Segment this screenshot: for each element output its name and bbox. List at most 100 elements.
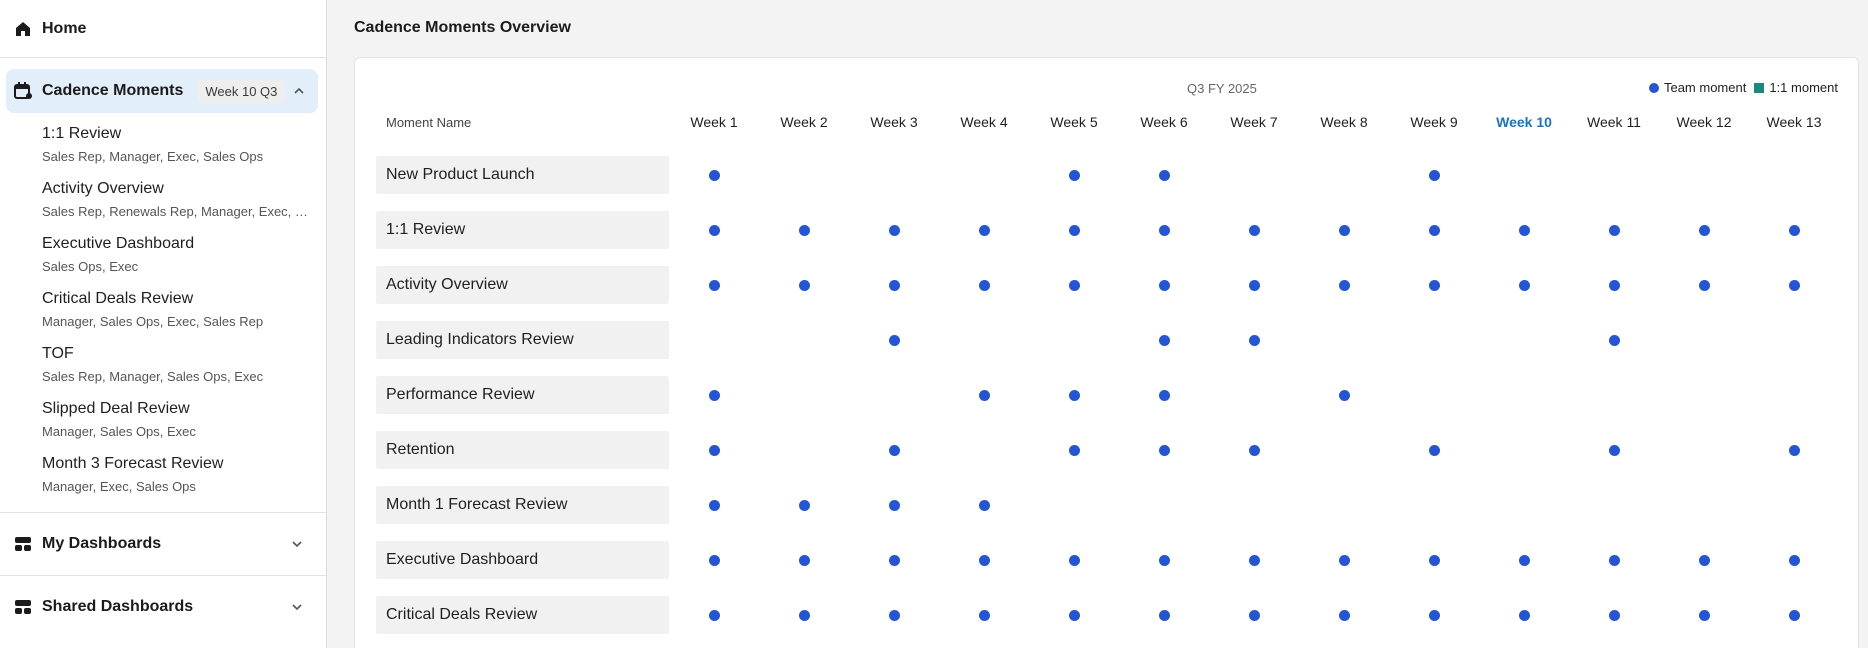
week-column-header[interactable]: Week 4	[944, 114, 1024, 130]
team-moment-dot[interactable]	[1699, 280, 1710, 291]
team-moment-dot[interactable]	[1699, 225, 1710, 236]
team-moment-dot[interactable]	[979, 280, 990, 291]
team-moment-dot[interactable]	[1159, 225, 1170, 236]
team-moment-dot[interactable]	[1069, 610, 1080, 621]
week-column-header[interactable]: Week 6	[1124, 114, 1204, 130]
nav-home[interactable]: Home	[0, 0, 326, 58]
team-moment-dot[interactable]	[979, 555, 990, 566]
team-moment-dot[interactable]	[889, 445, 900, 456]
team-moment-dot[interactable]	[1609, 225, 1620, 236]
week-column-header[interactable]: Week 10	[1484, 114, 1564, 130]
team-moment-dot[interactable]	[1609, 280, 1620, 291]
team-moment-dot[interactable]	[709, 445, 720, 456]
team-moment-dot[interactable]	[799, 280, 810, 291]
sidebar-moment-item[interactable]: Executive Dashboard Sales Ops, Exec	[42, 233, 326, 288]
chevron-down-icon[interactable]	[288, 598, 306, 616]
team-moment-dot[interactable]	[1249, 555, 1260, 566]
cadence-moments-section[interactable]: Cadence Moments Week 10 Q3	[6, 69, 318, 113]
team-moment-dot[interactable]	[1429, 280, 1440, 291]
team-moment-dot[interactable]	[709, 225, 720, 236]
sidebar-moment-item[interactable]: Critical Deals Review Manager, Sales Ops,…	[42, 288, 326, 343]
team-moment-dot[interactable]	[1069, 280, 1080, 291]
team-moment-dot[interactable]	[709, 500, 720, 511]
team-moment-dot[interactable]	[889, 610, 900, 621]
week-column-header[interactable]: Week 7	[1214, 114, 1294, 130]
team-moment-dot[interactable]	[1159, 170, 1170, 181]
sidebar-moment-item[interactable]: Slipped Deal Review Manager, Sales Ops, E…	[42, 398, 326, 453]
team-moment-dot[interactable]	[1429, 225, 1440, 236]
team-moment-dot[interactable]	[1339, 280, 1350, 291]
team-moment-dot[interactable]	[1249, 335, 1260, 346]
team-moment-dot[interactable]	[1789, 445, 1800, 456]
team-moment-dot[interactable]	[1429, 610, 1440, 621]
week-column-header[interactable]: Week 13	[1754, 114, 1834, 130]
sidebar-moment-item[interactable]: 1:1 Review Sales Rep, Manager, Exec, Sale…	[42, 123, 326, 178]
week-column-header[interactable]: Week 8	[1304, 114, 1384, 130]
sidebar-moment-item[interactable]: Activity Overview Sales Rep, Renewals Rep…	[42, 178, 326, 233]
team-moment-dot[interactable]	[1159, 335, 1170, 346]
chevron-up-icon[interactable]	[290, 82, 308, 100]
team-moment-dot[interactable]	[709, 280, 720, 291]
team-moment-dot[interactable]	[889, 335, 900, 346]
team-moment-dot[interactable]	[1069, 170, 1080, 181]
team-moment-dot[interactable]	[1249, 610, 1260, 621]
week-column-header[interactable]: Week 5	[1034, 114, 1114, 130]
team-moment-dot[interactable]	[1609, 610, 1620, 621]
team-moment-dot[interactable]	[709, 170, 720, 181]
moment-row-name[interactable]: Critical Deals Review	[376, 596, 669, 634]
team-moment-dot[interactable]	[799, 555, 810, 566]
week-column-header[interactable]: Week 9	[1394, 114, 1474, 130]
chevron-down-icon[interactable]	[288, 535, 306, 553]
team-moment-dot[interactable]	[1699, 610, 1710, 621]
team-moment-dot[interactable]	[1789, 280, 1800, 291]
team-moment-dot[interactable]	[1429, 555, 1440, 566]
team-moment-dot[interactable]	[1789, 555, 1800, 566]
shared-dashboards-section[interactable]: Shared Dashboards	[0, 575, 326, 638]
team-moment-dot[interactable]	[1339, 610, 1350, 621]
team-moment-dot[interactable]	[709, 610, 720, 621]
team-moment-dot[interactable]	[1069, 445, 1080, 456]
moment-row-name[interactable]: Leading Indicators Review	[376, 321, 669, 359]
team-moment-dot[interactable]	[1159, 555, 1170, 566]
team-moment-dot[interactable]	[1789, 225, 1800, 236]
team-moment-dot[interactable]	[1339, 225, 1350, 236]
team-moment-dot[interactable]	[1069, 225, 1080, 236]
team-moment-dot[interactable]	[979, 390, 990, 401]
moment-row-name[interactable]: 1:1 Review	[376, 211, 669, 249]
team-moment-dot[interactable]	[1519, 555, 1530, 566]
sidebar-moment-item[interactable]: TOF Sales Rep, Manager, Sales Ops, Exec	[42, 343, 326, 398]
team-moment-dot[interactable]	[1519, 610, 1530, 621]
team-moment-dot[interactable]	[979, 500, 990, 511]
team-moment-dot[interactable]	[889, 555, 900, 566]
team-moment-dot[interactable]	[1159, 390, 1170, 401]
week-column-header[interactable]: Week 1	[674, 114, 754, 130]
team-moment-dot[interactable]	[1519, 225, 1530, 236]
team-moment-dot[interactable]	[889, 280, 900, 291]
team-moment-dot[interactable]	[1519, 280, 1530, 291]
week-column-header[interactable]: Week 3	[854, 114, 934, 130]
week-column-header[interactable]: Week 11	[1574, 114, 1654, 130]
team-moment-dot[interactable]	[799, 500, 810, 511]
team-moment-dot[interactable]	[1069, 390, 1080, 401]
moment-row-name[interactable]: Performance Review	[376, 376, 669, 414]
team-moment-dot[interactable]	[1159, 445, 1170, 456]
my-dashboards-section[interactable]: My Dashboards	[0, 512, 326, 575]
moment-row-name[interactable]: Month 1 Forecast Review	[376, 486, 669, 524]
moment-row-name[interactable]: New Product Launch	[376, 156, 669, 194]
team-moment-dot[interactable]	[1609, 555, 1620, 566]
team-moment-dot[interactable]	[1789, 610, 1800, 621]
week-column-header[interactable]: Week 2	[764, 114, 844, 130]
team-moment-dot[interactable]	[1339, 555, 1350, 566]
team-moment-dot[interactable]	[1339, 390, 1350, 401]
team-moment-dot[interactable]	[799, 225, 810, 236]
sidebar-moment-item[interactable]: Month 3 Forecast Review Manager, Exec, Sa…	[42, 453, 326, 508]
team-moment-dot[interactable]	[1699, 555, 1710, 566]
team-moment-dot[interactable]	[1609, 335, 1620, 346]
team-moment-dot[interactable]	[1249, 280, 1260, 291]
team-moment-dot[interactable]	[979, 610, 990, 621]
week-column-header[interactable]: Week 12	[1664, 114, 1744, 130]
team-moment-dot[interactable]	[1159, 280, 1170, 291]
team-moment-dot[interactable]	[1069, 555, 1080, 566]
team-moment-dot[interactable]	[709, 555, 720, 566]
team-moment-dot[interactable]	[799, 610, 810, 621]
